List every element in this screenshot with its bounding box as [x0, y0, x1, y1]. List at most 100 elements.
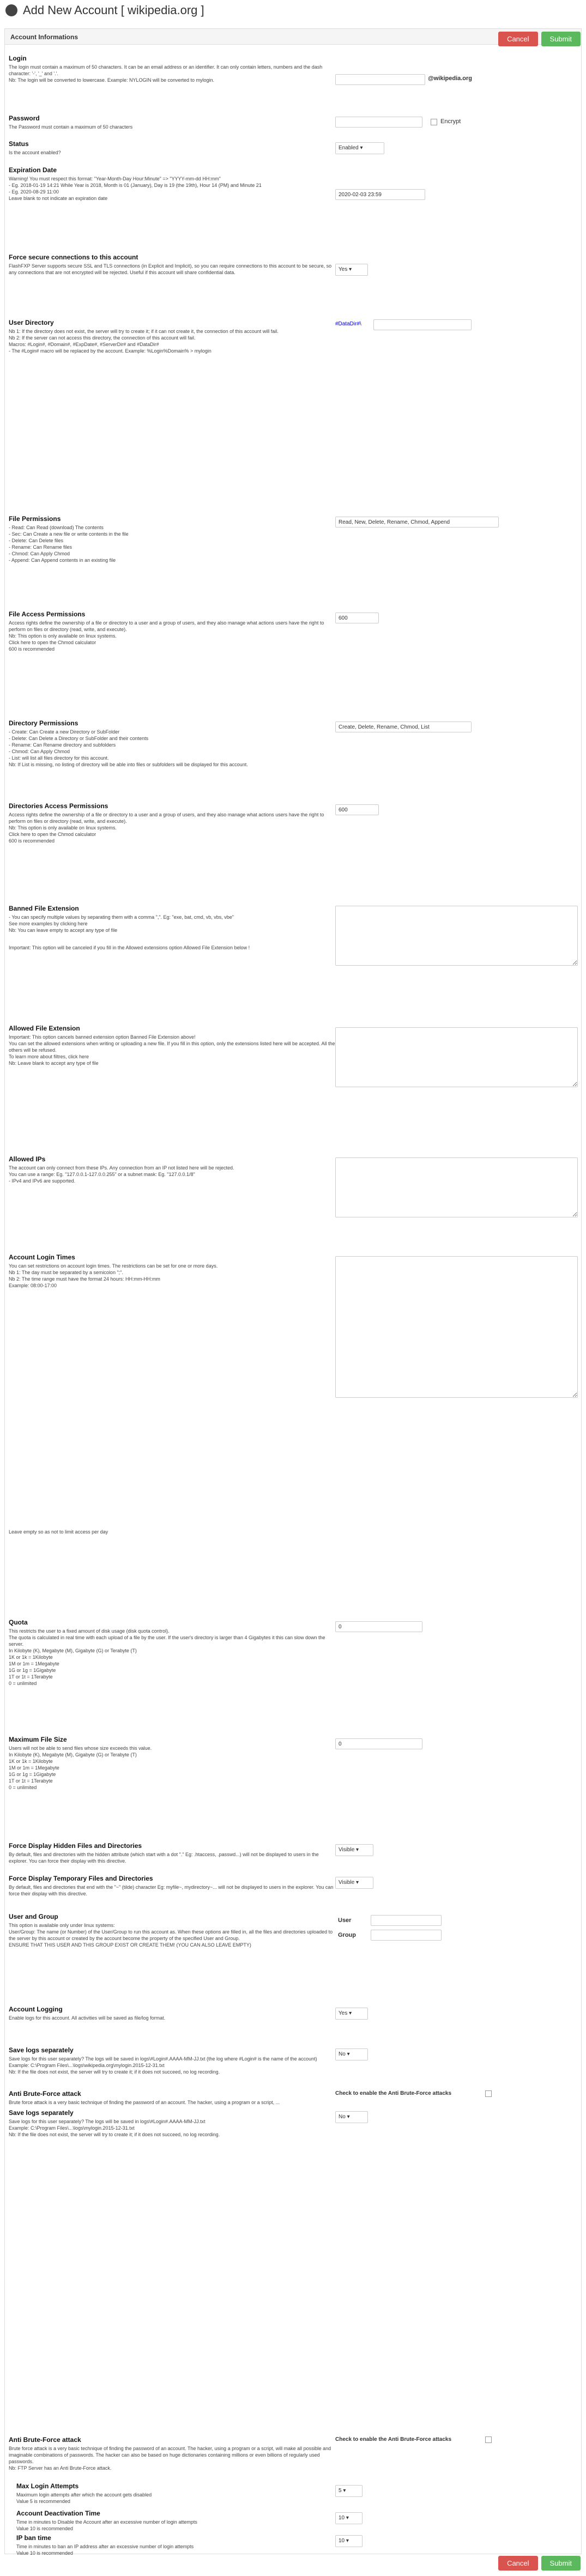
- logging-title: Account Logging: [9, 2005, 63, 2013]
- ip-ban-section: IP ban time Time in minutes to ban an IP…: [16, 2534, 343, 2556]
- cancel-button-bottom[interactable]: Cancel: [498, 2556, 538, 2571]
- expiration-input[interactable]: [335, 189, 425, 200]
- file-access-desc: Access rights define the ownership of a …: [9, 620, 324, 632]
- ip-ban-value: 10: [339, 2538, 345, 2544]
- file-perm-input[interactable]: [335, 517, 499, 528]
- password-desc: The Password must contain a maximum of 5…: [9, 124, 133, 130]
- group-input[interactable]: [371, 1930, 442, 1941]
- group-label: Group: [338, 1932, 356, 1938]
- dir-perm-desc: - Create: Can Create a new Directory or …: [9, 729, 149, 761]
- user-input[interactable]: [371, 1915, 442, 1926]
- login-desc: The login must contain a maximum of 50 c…: [9, 64, 323, 76]
- submit-button[interactable]: Submit: [541, 32, 581, 46]
- force-secure-section: Force secure connections to this account…: [9, 253, 336, 276]
- logging-desc: Enable logs for this account. All activi…: [9, 2015, 166, 2021]
- anti-brute-check-label-2: Check to enable the Anti Brute-Force att…: [335, 2436, 452, 2442]
- anti-brute-desc: Brute force attack is a very basic techn…: [9, 2100, 280, 2105]
- logging-select[interactable]: Yes ▾: [335, 2008, 368, 2020]
- save-logs-nb-2: Nb: If the file does not exist, the serv…: [9, 2132, 220, 2137]
- force-secure-title: Force secure connections to this account: [9, 253, 138, 261]
- deactivation-section: Account Deactivation Time Time in minute…: [16, 2510, 343, 2532]
- dir-perm-input[interactable]: [335, 722, 472, 732]
- deactivation-select[interactable]: 10 ▾: [335, 2512, 363, 2524]
- login-input[interactable]: [335, 74, 425, 85]
- max-attempts-select[interactable]: 5 ▾: [335, 2485, 363, 2497]
- banned-ext-title: Banned File Extension: [9, 905, 79, 912]
- dir-access-input[interactable]: [335, 804, 379, 815]
- save-logs-select-2[interactable]: No ▾: [335, 2111, 368, 2123]
- temp-files-value: Visible: [339, 1880, 355, 1886]
- user-dir-input[interactable]: [373, 319, 472, 330]
- login-note: Nb: The login will be converted to lower…: [9, 77, 215, 83]
- hidden-files-select[interactable]: Visible ▾: [335, 1844, 373, 1856]
- allowed-ips-desc: The account can only connect from these …: [9, 1165, 234, 1171]
- anti-brute-title-2: Anti Brute-Force attack: [9, 2436, 81, 2444]
- dir-access-title: Directories Access Permissions: [9, 802, 108, 810]
- banned-ext-textarea[interactable]: [335, 906, 578, 966]
- banned-ext-desc: - You can specify multiple values by sep…: [9, 914, 234, 920]
- max-file-list: 1K or 1k = 1Kilobyte 1M or 1m = 1Megabyt…: [9, 1759, 59, 1784]
- status-select[interactable]: Enabled ▾: [335, 142, 384, 154]
- save-logs-eg: Example: C:\Program Files\...\logs\wikip…: [9, 2063, 165, 2068]
- banned-ext-important: Important: This option will be canceled …: [9, 945, 250, 950]
- max-attempts-value: 5: [339, 2488, 342, 2494]
- quota-units: In Kilobyte (K), Megabyte (M), Gigabyte …: [9, 1648, 137, 1653]
- allowed-ext-textarea[interactable]: [335, 1027, 578, 1087]
- ip-ban-title: IP ban time: [16, 2534, 51, 2542]
- save-logs-section-2: Save logs separately Save logs for this …: [9, 2109, 336, 2138]
- dir-access-desc: Access rights define the ownership of a …: [9, 812, 324, 824]
- header: Add New Account [ wikipedia.org ]: [0, 0, 586, 21]
- cancel-button[interactable]: Cancel: [498, 32, 538, 46]
- save-logs-section: Save logs separately Save logs for this …: [9, 2046, 336, 2075]
- file-access-title: File Access Permissions: [9, 610, 86, 618]
- allowed-ext-blank: Nb: Leave blank to accept any type of fi…: [9, 1060, 99, 1066]
- top-actions: Cancel Submit: [498, 32, 581, 46]
- temp-files-desc: By default, files and directories that e…: [9, 1884, 334, 1896]
- submit-button-bottom[interactable]: Submit: [541, 2556, 581, 2571]
- quota-input[interactable]: [335, 1621, 422, 1632]
- allowed-ips-ipv: - IPv4 and IPv6 are supported.: [9, 1178, 76, 1184]
- file-perm-section: File Permissions - Read: Can Read (downl…: [9, 515, 336, 563]
- temp-files-select[interactable]: Visible ▾: [335, 1877, 373, 1889]
- login-domain-suffix: @wikipedia.org: [428, 75, 473, 82]
- login-times-last: Leave empty so as not to limit access pe…: [9, 1529, 108, 1535]
- file-access-input[interactable]: [335, 613, 379, 623]
- force-secure-value: Yes: [339, 266, 348, 272]
- login-times-eg: Example: 08:00-17:00: [9, 1283, 57, 1288]
- page: Add New Account [ wikipedia.org ] Accoun…: [0, 0, 586, 2576]
- anti-brute-checkbox[interactable]: [485, 2090, 492, 2097]
- deactivation-rec: Value 10 is recommended: [16, 2526, 73, 2531]
- save-logs-eg-2: Example: C:\Program Files\...\logs\mylog…: [9, 2125, 135, 2131]
- password-input[interactable]: [335, 117, 422, 128]
- login-times-textarea[interactable]: [335, 1256, 578, 1398]
- hidden-files-title: Force Display Hidden Files and Directori…: [9, 1842, 142, 1850]
- allowed-ext-more[interactable]: To learn more about filtres, click here: [9, 1053, 336, 1060]
- ip-ban-select[interactable]: 10 ▾: [335, 2535, 363, 2547]
- status-section: Status Is the account enabled?: [9, 140, 336, 156]
- allowed-ips-textarea[interactable]: [335, 1157, 578, 1217]
- max-attempts-title: Max Login Attempts: [16, 2482, 79, 2490]
- encrypt-checkbox[interactable]: [431, 119, 437, 125]
- user-dir-title: User Directory: [9, 319, 54, 326]
- login-times-nb1: Nb 1: The day must be separated by a sem…: [9, 1270, 123, 1275]
- banned-ext-blank: Nb: You can leave empty to accept any ty…: [9, 928, 118, 933]
- file-access-link[interactable]: Click here to open the Chmod calculator: [9, 639, 336, 646]
- user-dir-desc: - The #Login# macro will be replaced by …: [9, 348, 212, 354]
- login-times-nb2: Nb 2: The time range must have the forma…: [9, 1276, 160, 1282]
- max-file-units: In Kilobyte (K), Megabyte (M), Gigabyte …: [9, 1752, 137, 1757]
- force-secure-select[interactable]: Yes ▾: [335, 264, 368, 276]
- file-access-section: File Access Permissions Access rights de…: [9, 610, 336, 652]
- anti-brute-section-2: Anti Brute-Force attack Brute force atta…: [9, 2436, 336, 2471]
- anti-brute-checkbox-2[interactable]: [485, 2436, 492, 2443]
- banned-ext-more[interactable]: See more examples by clicking here: [9, 920, 336, 927]
- hidden-files-value: Visible: [339, 1847, 355, 1853]
- logging-section: Account Logging Enable logs for this acc…: [9, 2005, 336, 2021]
- temp-files-section: Force Display Temporary Files and Direct…: [9, 1875, 336, 1897]
- max-file-input[interactable]: [335, 1738, 422, 1749]
- expiration-desc: - Eg. 2018-01-19 14:21 While Year is 201…: [9, 183, 262, 188]
- save-logs-select[interactable]: No ▾: [335, 2048, 368, 2060]
- max-file-title: Maximum File Size: [9, 1736, 67, 1743]
- dir-access-link[interactable]: Click here to open the Chmod calculator: [9, 831, 336, 838]
- user-group-title: User and Group: [9, 1913, 58, 1920]
- expiration-section: Expiration Date Warning! You must respec…: [9, 166, 336, 202]
